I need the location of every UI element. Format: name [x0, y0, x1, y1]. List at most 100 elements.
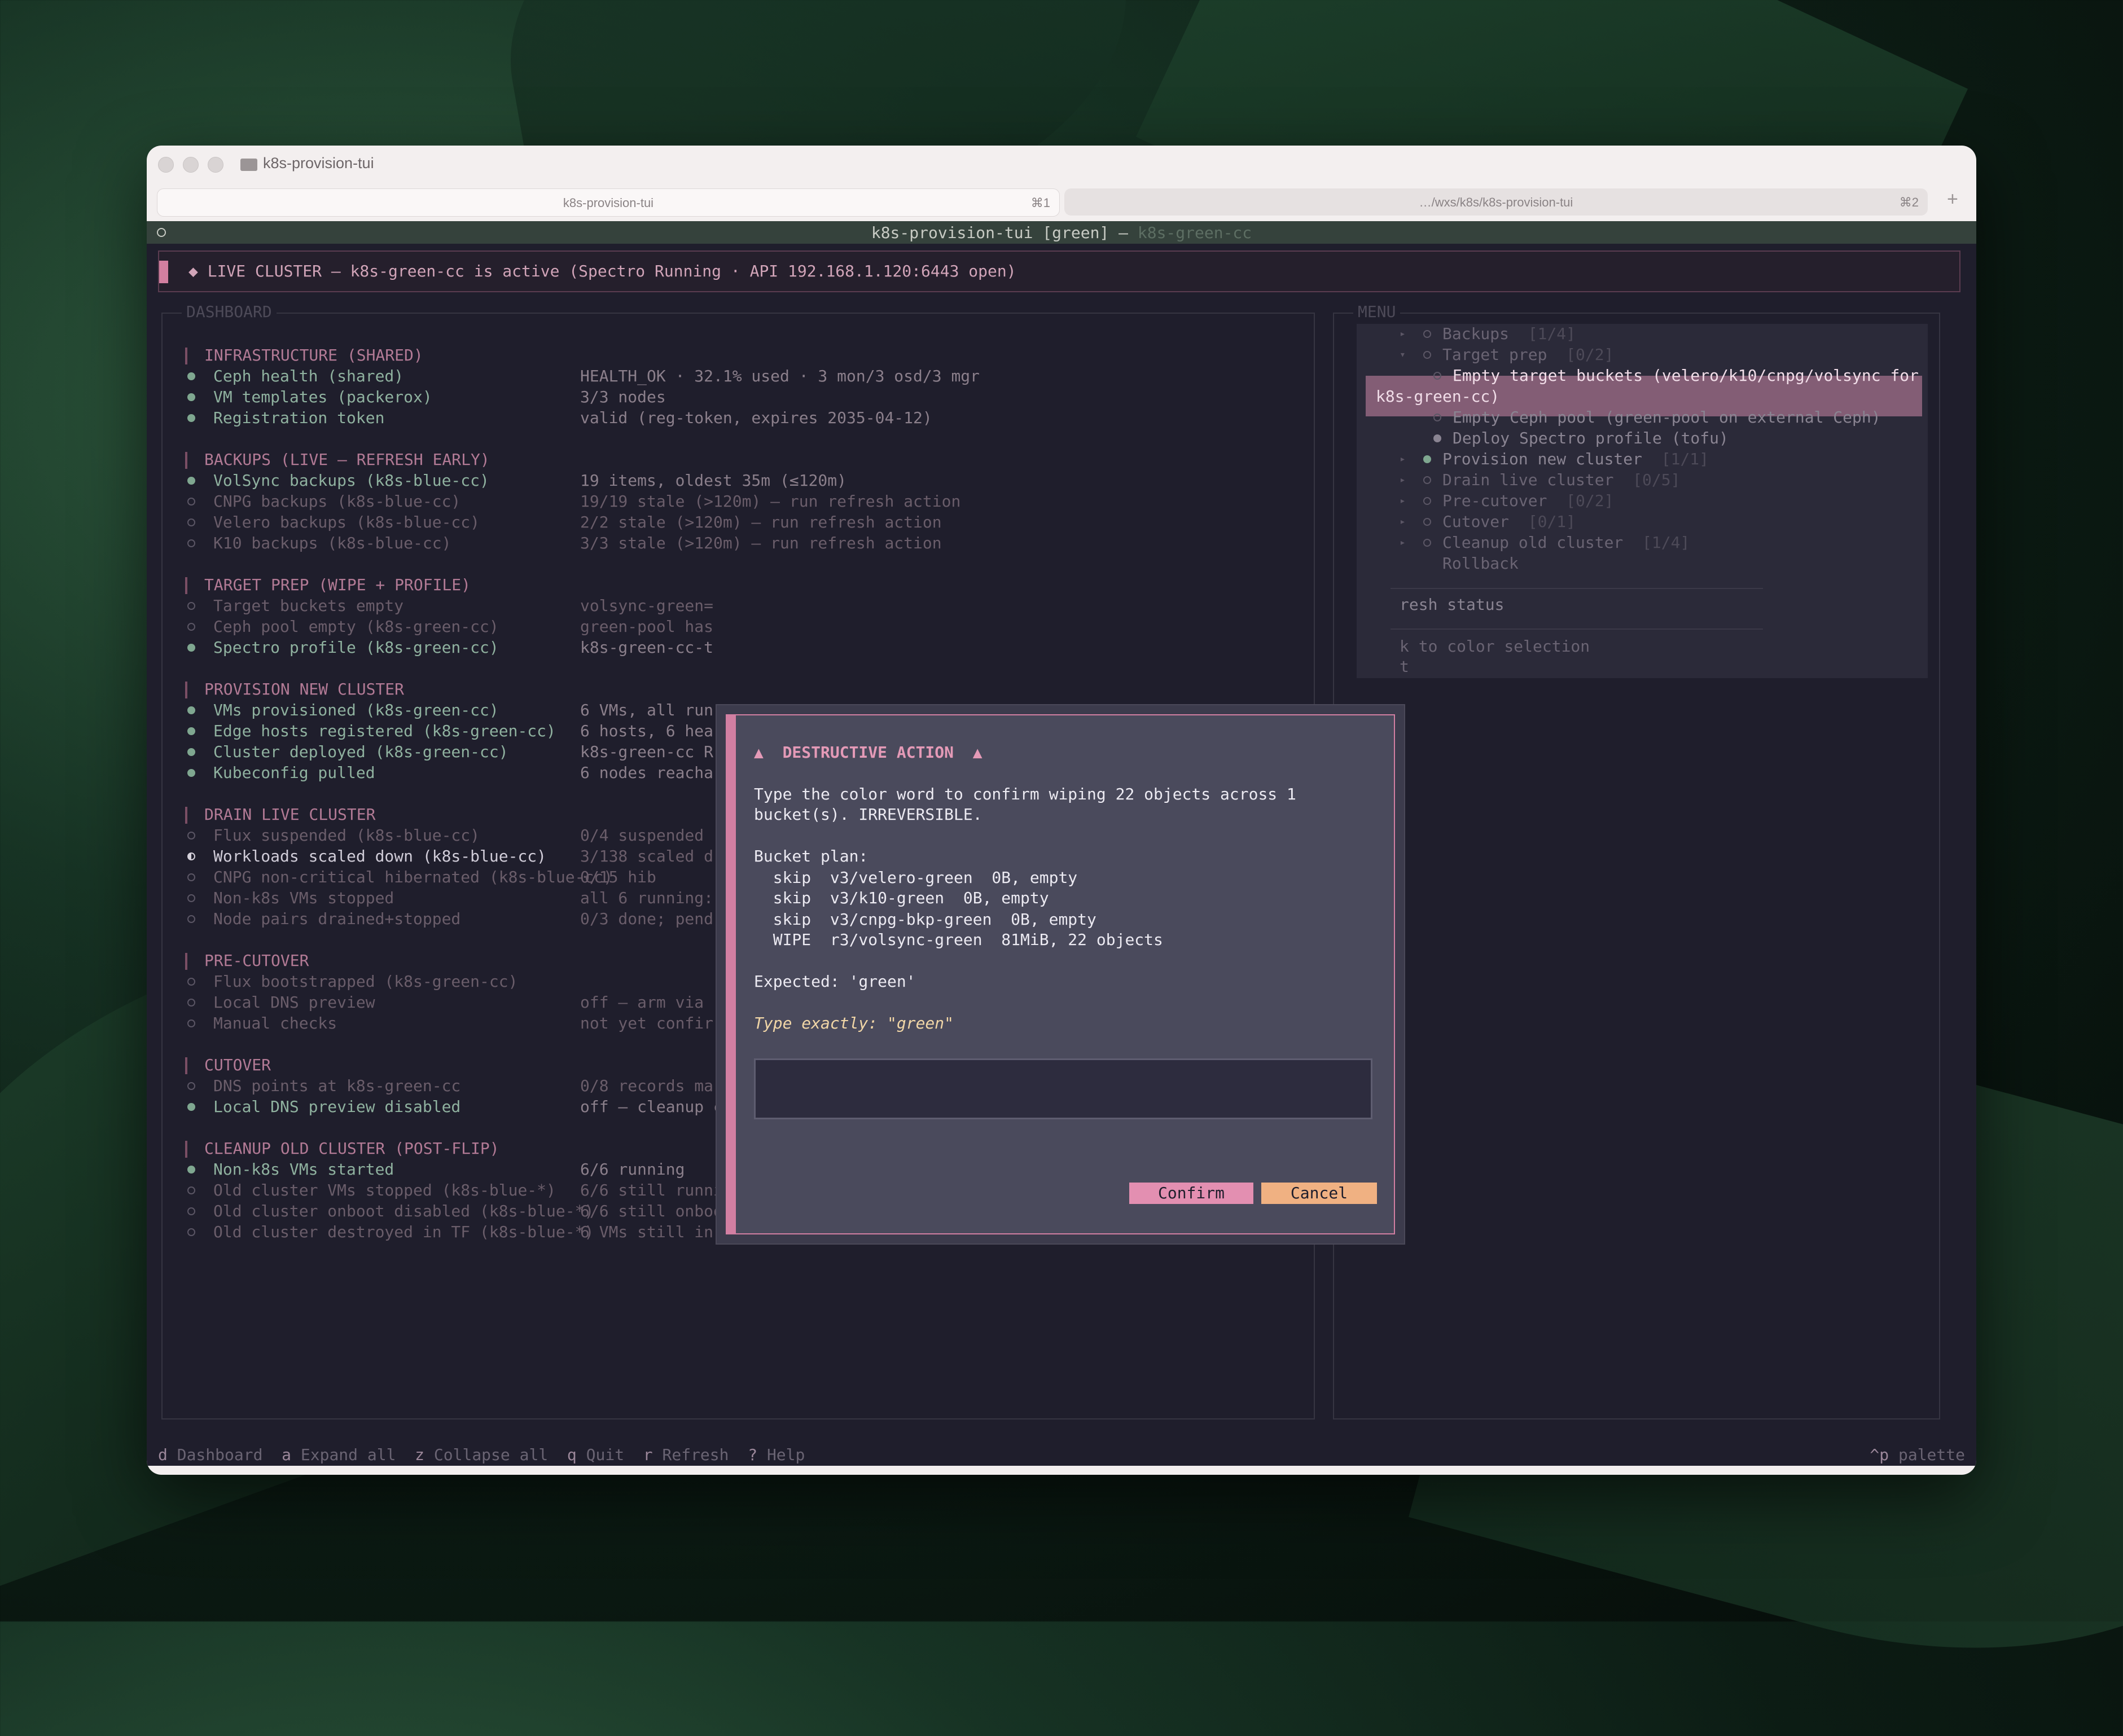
check-value: 6 VMs, all run [580, 701, 714, 719]
menu-item[interactable]: Provision new cluster [1/1] [1442, 449, 1709, 469]
chevron-icon[interactable]: ▸ [1400, 324, 1406, 344]
status-ok-icon [187, 769, 195, 777]
confirm-button[interactable]: Confirm [1129, 1183, 1253, 1204]
close-window-button[interactable] [158, 157, 174, 173]
menu-item-label: k8s-green-cc) [1376, 387, 1500, 406]
status-ok-icon [187, 372, 195, 380]
check-label: Flux bootstrapped (k8s-green-cc) [213, 972, 518, 991]
menu-item-quit[interactable]: t [1400, 657, 1409, 677]
footer-key: a [282, 1445, 292, 1464]
status-ok-icon [187, 1166, 195, 1174]
menu-item[interactable]: Cleanup old cluster [1/4] [1442, 533, 1690, 553]
check-value: HEALTH_OK · 32.1% used · 3 mon/3 osd/3 m… [580, 367, 980, 385]
chevron-icon[interactable]: ▸ [1400, 470, 1406, 490]
menu-item-back[interactable]: k to color selection [1400, 636, 1590, 657]
bucket-plan-row: skip v3/velero-green 0B, empty [754, 868, 1078, 887]
status-pending-icon [1423, 351, 1431, 359]
menu-item[interactable]: k8s-green-cc) [1376, 386, 1499, 407]
footer-hint[interactable]: a Expand all [282, 1445, 396, 1464]
status-ok-icon [187, 1103, 195, 1111]
menu-item[interactable]: Backups [1/4] [1442, 324, 1576, 344]
tab-label: …/wxs/k8s/k8s-provision-tui [1419, 195, 1573, 209]
bucket-plan-label: Bucket plan: [754, 847, 869, 865]
menu-item[interactable]: Empty target buckets (velero/k10/cnpg/vo… [1453, 366, 1919, 386]
status-pending-icon [1423, 497, 1431, 505]
chevron-icon[interactable]: ▾ [1400, 345, 1406, 365]
chevron-icon[interactable]: ▸ [1400, 449, 1406, 469]
tab-label: k8s-provision-tui [563, 196, 654, 210]
status-pending-icon [187, 1207, 195, 1215]
menu-item-label: Provision new cluster [1442, 450, 1643, 468]
footer-key: ? [748, 1445, 758, 1464]
status-pending-icon [187, 1082, 195, 1090]
check-label: Non-k8s VMs stopped [213, 889, 394, 907]
menu-item-label: Empty target buckets (velero/k10/cnpg/vo… [1453, 366, 1919, 385]
new-tab-button[interactable]: + [1947, 188, 1958, 210]
status-pending-icon [187, 1019, 195, 1027]
menu-item[interactable]: Drain live cluster [0/5] [1442, 470, 1680, 490]
status-pending-icon [187, 498, 195, 506]
footer-hint[interactable]: r Refresh [643, 1445, 729, 1464]
section-title: PRE-CUTOVER [185, 951, 309, 970]
tab-1[interactable]: k8s-provision-tui ⌘1 [157, 188, 1060, 217]
menu-item[interactable]: Cutover [0/1] [1442, 512, 1576, 532]
check-label: Spectro profile (k8s-green-cc) [213, 638, 499, 657]
confirm-word-input[interactable] [754, 1058, 1372, 1119]
status-pending-icon [187, 978, 195, 986]
tab-bar: k8s-provision-tui ⌘1 …/wxs/k8s/k8s-provi… [147, 184, 1976, 221]
status-pending-icon [1433, 414, 1441, 421]
app-title: k8s-provision-tui [green] — k8s-green-cc [147, 223, 1976, 242]
check-value: 3/3 nodes [580, 388, 666, 406]
section-title: BACKUPS (LIVE — REFRESH EARLY) [185, 450, 490, 469]
check-label: Edge hosts registered (k8s-green-cc) [213, 722, 556, 740]
check-label: Non-k8s VMs started [213, 1160, 394, 1179]
footer-hint[interactable]: q Quit [567, 1445, 624, 1464]
chevron-icon[interactable]: ▸ [1400, 533, 1406, 553]
check-label: Kubeconfig pulled [213, 763, 375, 782]
footer-hint[interactable]: z Collapse all [415, 1445, 548, 1464]
section-title: PROVISION NEW CLUSTER [185, 680, 405, 698]
palette-label: palette [1898, 1445, 1965, 1464]
menu-item[interactable]: Empty Ceph pool (green-pool on external … [1453, 407, 1881, 428]
menu-item[interactable]: Rollback [1442, 553, 1519, 574]
menu-item-refresh[interactable]: resh status [1400, 595, 1504, 615]
menu-item[interactable]: Deploy Spectro profile (tofu) [1453, 428, 1729, 449]
app-title-text: k8s-provision-tui [green] — [871, 223, 1138, 242]
menu-list: ▸ Backups [1/4] ▾ Target prep [0/2] Empty ta… [1357, 324, 1928, 678]
menu-item-label: Target prep [1442, 345, 1547, 364]
key-hint-footer: d Dashboard a Expand all z Collapse all … [147, 1443, 1976, 1466]
footer-hint[interactable]: d Dashboard [158, 1445, 262, 1464]
palette-hint[interactable]: ^p palette [1870, 1445, 1965, 1464]
check-label: VolSync backups (k8s-blue-cc) [213, 471, 489, 490]
bucket-plan-row: skip v3/cnpg-bkp-green 0B, empty [754, 910, 1096, 929]
status-ok-icon [187, 393, 195, 401]
cancel-button[interactable]: Cancel [1261, 1183, 1377, 1204]
footer-label: Help [766, 1445, 805, 1464]
status-pending-icon [187, 539, 195, 547]
check-label: VM templates (packerox) [213, 388, 432, 406]
type-instruction: Type exactly: "green" [754, 1014, 954, 1032]
check-value: off — arm via [580, 993, 704, 1012]
chevron-icon[interactable]: ▸ [1400, 491, 1406, 511]
chevron-icon[interactable]: ▸ [1400, 512, 1406, 532]
menu-item[interactable]: Target prep [0/2] [1442, 345, 1613, 365]
menu-item-count: [1/4] [1528, 324, 1576, 343]
dialog-accent-edge [727, 715, 736, 1233]
check-label: K10 backups (k8s-blue-cc) [213, 534, 451, 552]
menu-item[interactable]: Pre-cutover [0/2] [1442, 491, 1613, 511]
check-value: 0/4 suspended [580, 826, 704, 845]
footer-hint[interactable]: ? Help [748, 1445, 805, 1464]
check-value: green-pool has [580, 617, 714, 636]
menu-item-count: [0/2] [1566, 491, 1614, 510]
zoom-window-button[interactable] [208, 157, 223, 173]
dashboard-label: DASHBOARD [182, 302, 277, 321]
palette-key: ^p [1870, 1445, 1889, 1464]
minimize-window-button[interactable] [183, 157, 199, 173]
check-label: Old cluster VMs stopped (k8s-blue-*) [213, 1181, 556, 1199]
menu-label: MENU [1353, 302, 1401, 321]
check-label: Target buckets empty [213, 596, 404, 615]
dialog-message-line1: Type the color word to confirm wiping 22… [754, 785, 1296, 803]
section-title: CLEANUP OLD CLUSTER (POST-FLIP) [185, 1139, 499, 1158]
tab-2[interactable]: …/wxs/k8s/k8s-provision-tui ⌘2 [1064, 188, 1928, 216]
check-value: 6 hosts, 6 hea [580, 722, 714, 740]
